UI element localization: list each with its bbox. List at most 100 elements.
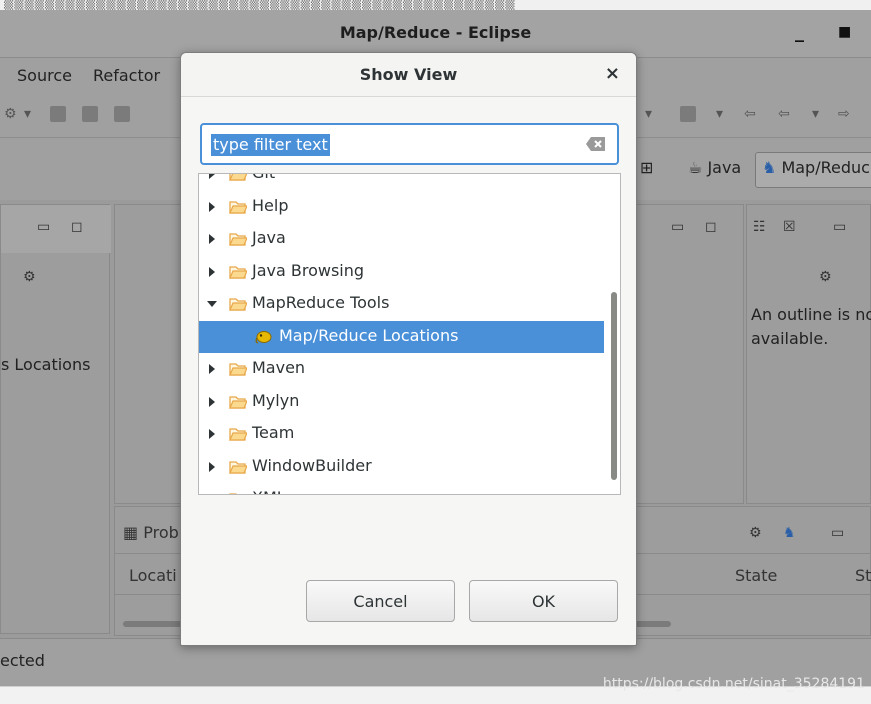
folder-icon (229, 428, 247, 441)
folder-icon (229, 493, 237, 494)
tree-folder-java-browsing[interactable]: Java Browsing (199, 256, 604, 288)
mapreduce-elephant-icon (255, 330, 272, 344)
menu-source[interactable]: Source (17, 66, 72, 85)
column-st[interactable]: St (855, 566, 871, 585)
mapreduce-perspective[interactable]: ♞ Map/Reduc (762, 158, 870, 177)
new-location-icon[interactable]: ⚙ (749, 525, 762, 541)
filter-field[interactable]: type filter text (200, 123, 619, 165)
close-icon[interactable]: × (605, 63, 620, 84)
tree-folder-help[interactable]: Help (199, 191, 604, 223)
outline-message: An outline is no available. (751, 303, 871, 351)
bottom-panel-minimize-icon[interactable]: ▭ (831, 525, 844, 541)
chevron-right-icon[interactable] (207, 362, 217, 376)
column-location[interactable]: Locati (129, 566, 177, 585)
tree-folder-xml[interactable]: XML (199, 483, 604, 495)
left-panel-minimize-icon[interactable]: ▭ (37, 219, 50, 235)
toolbar-gear-icon[interactable]: ⚙ (4, 106, 17, 122)
left-view-panel: ▭ ◻ ⚙ s Locations (0, 204, 111, 634)
outline-message-line2: available. (751, 329, 829, 348)
left-panel-maximize-icon[interactable]: ◻ (71, 219, 83, 235)
window-titlebar: Map/Reduce - Eclipse _ ■ (0, 10, 871, 58)
chevron-down-icon[interactable] (207, 297, 217, 311)
outline-view-icon: ☷ (753, 219, 766, 235)
show-view-dialog: Show View × type filter text Git Help Java… (180, 52, 637, 646)
minimize-button[interactable]: _ (795, 22, 804, 43)
tree-item-label: Mylyn (252, 390, 300, 410)
tree-folder-git[interactable]: Git (199, 173, 604, 190)
tree-scrollbar[interactable] (611, 292, 617, 480)
problems-icon: ▦ (123, 523, 139, 542)
view-tree[interactable]: Git Help Java Java Browsing MapReduce Tools M… (198, 173, 621, 495)
tree-item-label: MapReduce Tools (252, 293, 390, 312)
back-history-icon[interactable]: ⇦ (744, 106, 756, 122)
editor-maximize-icon[interactable]: ◻ (705, 219, 717, 235)
annotation-icon[interactable] (680, 106, 696, 122)
forward-icon[interactable]: ⇨ (838, 106, 850, 122)
watermark: https://blog.csdn.net/sinat_35284191 (602, 676, 865, 692)
outline-panel: ☷ ☒ ▭ ⚙ An outline is no available. (746, 204, 871, 504)
top-screen-strip: ▒▒▒▒▒▒▒▒▒▒▒▒▒▒▒▒▒▒▒▒▒▒▒▒▒▒▒▒▒▒▒▒▒▒▒▒▒▒▒▒… (0, 0, 871, 10)
elephant-icon: ♞ (762, 158, 777, 177)
tree-folder-maven[interactable]: Maven (199, 353, 604, 385)
open-perspective-icon[interactable]: ⊞ (640, 158, 653, 177)
dialog-header: Show View × (181, 53, 636, 97)
tree-item-map-reduce-locations[interactable]: Map/Reduce Locations (199, 320, 604, 353)
folder-icon (229, 200, 247, 214)
chevron-right-icon[interactable] (207, 395, 217, 409)
save-icon[interactable] (50, 106, 66, 122)
tree-folder-mapreduce-tools[interactable]: MapReduce Tools (199, 288, 604, 320)
left-panel-header (1, 205, 111, 253)
ok-button[interactable]: OK (469, 580, 618, 622)
elephant-icon-2[interactable]: ♞ (783, 525, 796, 541)
toolbar-dropdown-icon[interactable]: ▾ (24, 106, 31, 122)
folder-icon (229, 265, 247, 279)
chevron-right-icon[interactable] (207, 492, 217, 495)
left-panel-tool-icon[interactable]: ⚙ (23, 269, 36, 285)
tree-item-label: XML (252, 488, 286, 494)
folder-icon (229, 174, 247, 181)
problems-tab-label: Prob (143, 523, 179, 542)
folder-icon (229, 233, 247, 246)
editor-minimize-icon[interactable]: ▭ (671, 219, 684, 235)
outline-minimize-icon[interactable]: ▭ (833, 219, 846, 235)
mapreduce-perspective-label: Map/Reduc (781, 158, 870, 177)
save-all-icon[interactable] (82, 106, 98, 122)
chevron-right-icon[interactable] (207, 460, 217, 474)
tree-item-label: Git (252, 174, 275, 182)
tree-item-label: Maven (252, 358, 306, 377)
chevron-right-icon[interactable] (207, 173, 217, 181)
outline-tool-icon[interactable]: ⚙ (819, 269, 832, 285)
cancel-button[interactable]: Cancel (306, 580, 455, 622)
folder-icon (229, 298, 247, 311)
chevron-right-icon[interactable] (207, 232, 217, 246)
tree-folder-team[interactable]: Team (199, 418, 604, 450)
tree-folder-windowbuilder[interactable]: WindowBuilder (199, 451, 604, 483)
clear-filter-icon[interactable] (585, 136, 607, 152)
chevron-right-icon[interactable] (207, 200, 217, 214)
java-perspective[interactable]: ☕ Java (688, 158, 741, 177)
column-state[interactable]: State (735, 566, 777, 585)
top-strip-ghost-text: ▒▒▒▒▒▒▒▒▒▒▒▒▒▒▒▒▒▒▒▒▒▒▒▒▒▒▒▒▒▒▒▒▒▒▒▒▒▒▒▒… (4, 0, 516, 10)
folder-icon (229, 363, 247, 376)
toolbar-dropdown-icon-2[interactable]: ▾ (645, 106, 652, 122)
outline-close-icon[interactable]: ☒ (783, 219, 796, 235)
menu-refactor[interactable]: Refactor (93, 66, 160, 85)
back-icon[interactable]: ⇦ (778, 106, 790, 122)
print-icon[interactable] (114, 106, 130, 122)
status-text: ected (0, 651, 45, 670)
tree-item-label: Java (252, 228, 286, 247)
tree-item-label: WindowBuilder (252, 455, 372, 475)
chevron-right-icon[interactable] (207, 265, 217, 279)
filter-input[interactable] (212, 133, 572, 157)
back-dropdown-icon[interactable]: ▾ (812, 106, 819, 122)
tree-folder-java[interactable]: Java (199, 223, 604, 255)
dialog-title: Show View (359, 65, 458, 84)
maximize-button[interactable]: ■ (838, 24, 851, 40)
tree-item-label: Java Browsing (252, 260, 365, 280)
toolbar-dropdown-icon-3[interactable]: ▾ (716, 106, 723, 122)
tree-item-label: Help (252, 195, 289, 215)
folder-icon (229, 460, 247, 474)
tree-folder-mylyn[interactable]: Mylyn (199, 386, 604, 418)
problems-tab[interactable]: ▦ Prob (123, 523, 179, 542)
chevron-right-icon[interactable] (207, 427, 217, 441)
